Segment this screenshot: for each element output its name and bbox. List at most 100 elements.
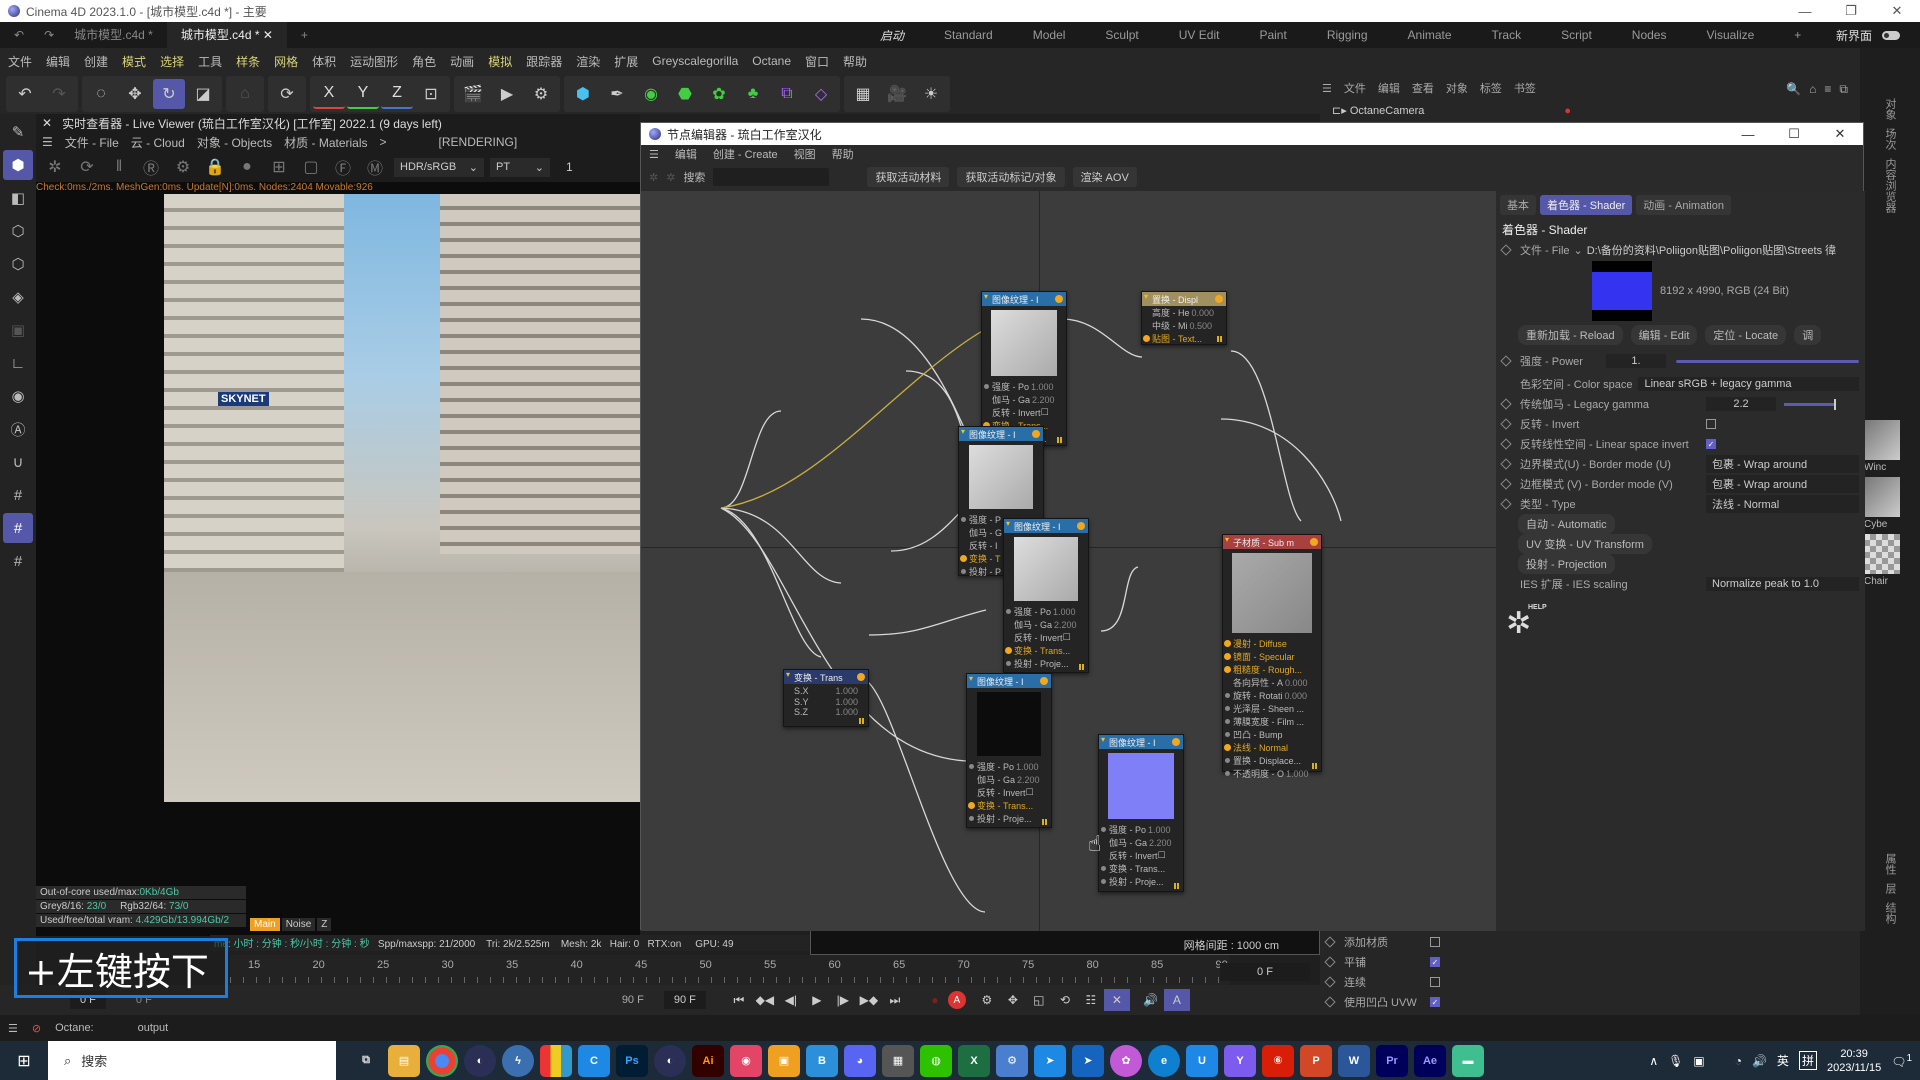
- search-icon[interactable]: 🔍: [1786, 82, 1801, 97]
- doc-tab-1[interactable]: 城市模型.c4d *: [60, 22, 167, 48]
- edit-button[interactable]: 编辑 - Edit: [1630, 325, 1698, 345]
- add-region-icon[interactable]: ⊞: [266, 154, 292, 180]
- bend-icon[interactable]: ♣: [737, 79, 769, 109]
- workplane-auto-icon[interactable]: #: [3, 546, 33, 576]
- get-active-tag-button[interactable]: 获取活动标记/对象: [957, 167, 1065, 187]
- notification-icon[interactable]: 🗨1: [1891, 1053, 1912, 1069]
- layout-tab-sculpt[interactable]: Sculpt: [1085, 28, 1158, 42]
- pass-tab-main[interactable]: Main: [250, 918, 280, 931]
- photoshop-icon[interactable]: Ps: [616, 1044, 648, 1077]
- material-thumb[interactable]: [1864, 420, 1900, 460]
- next-frame-icon[interactable]: |▶: [830, 989, 856, 1011]
- key-position-icon[interactable]: ✥: [1000, 989, 1026, 1011]
- end-frame-label[interactable]: 90 F: [622, 994, 644, 1006]
- side-tab-content-browser[interactable]: 内容浏览器: [1882, 158, 1898, 213]
- move-icon[interactable]: ✥: [119, 79, 151, 109]
- wechat-icon[interactable]: ◍: [920, 1044, 952, 1077]
- live-selection-icon[interactable]: ◌: [85, 79, 117, 109]
- tile-checkbox[interactable]: ✓: [1430, 957, 1440, 967]
- undo-button[interactable]: ↶: [9, 79, 41, 109]
- ne-menu-view[interactable]: 视图: [794, 146, 816, 162]
- app-icon[interactable]: B: [806, 1044, 838, 1077]
- snap-auto-icon[interactable]: Ⓐ: [3, 414, 33, 444]
- pen-icon[interactable]: ✒: [601, 79, 633, 109]
- om-menu-edit[interactable]: 编辑: [1378, 80, 1400, 96]
- invert-checkbox[interactable]: [1706, 419, 1716, 429]
- resize-grip-icon[interactable]: [1217, 336, 1223, 342]
- cloner-icon[interactable]: ✿: [703, 79, 735, 109]
- object-row-octanecamera[interactable]: ⊏▸ OctaneCamera ●: [1332, 104, 1571, 117]
- color-mode-select[interactable]: HDR/sRGB ⌄: [394, 157, 484, 177]
- coordinate-system-icon[interactable]: ⊡: [415, 79, 447, 109]
- side-tab-layers[interactable]: 层: [1882, 883, 1898, 894]
- chevron-down-icon[interactable]: ⌄: [1574, 244, 1583, 257]
- ne-menu-help[interactable]: 帮助: [832, 146, 854, 162]
- record-icon[interactable]: ●: [922, 989, 948, 1011]
- sphere-icon[interactable]: ●: [234, 154, 260, 180]
- layout-tab-model[interactable]: Model: [1013, 28, 1086, 42]
- redo-icon[interactable]: ↷: [38, 22, 60, 48]
- add-layout-button[interactable]: +: [1774, 28, 1821, 42]
- key-rotation-icon[interactable]: ⟲: [1052, 989, 1078, 1011]
- menu-tracker[interactable]: 跟踪器: [526, 53, 562, 70]
- sound-icon[interactable]: 🔊: [1138, 989, 1164, 1011]
- attr-tab-basic[interactable]: 基本: [1500, 195, 1536, 215]
- projection-button[interactable]: 投射 - Projection: [1518, 554, 1615, 574]
- resize-grip-icon[interactable]: [859, 718, 865, 724]
- app-icon[interactable]: [540, 1044, 572, 1077]
- om-menu-bookmarks[interactable]: 书签: [1514, 80, 1536, 96]
- octane-node-icon[interactable]: ✲: [649, 171, 658, 184]
- help-button[interactable]: ✲ HELP: [1496, 594, 1865, 641]
- app-icon[interactable]: ➤: [1034, 1044, 1066, 1077]
- camera-icon[interactable]: 🎥: [881, 79, 913, 109]
- object-mode-icon[interactable]: ◧: [3, 183, 33, 213]
- octane-logo-icon[interactable]: ✲: [42, 154, 68, 180]
- material-thumb[interactable]: [1864, 477, 1900, 517]
- app-icon[interactable]: ➤: [1072, 1044, 1104, 1077]
- app-icon[interactable]: ◉: [730, 1044, 762, 1077]
- filter-icon[interactable]: ≡: [1824, 82, 1831, 97]
- seamless-checkbox[interactable]: [1430, 977, 1440, 987]
- adjust-button[interactable]: 调: [1794, 325, 1822, 345]
- layout-tab-animate[interactable]: Animate: [1388, 28, 1472, 42]
- output-port[interactable]: [1172, 738, 1180, 746]
- image-texture-node[interactable]: 图像纹理 - I 强度 - Po1.000 伽马 - Ga2.200 反转 - …: [1098, 734, 1184, 892]
- ne-menu-edit[interactable]: 编辑: [675, 146, 697, 162]
- slider-handle[interactable]: [1834, 398, 1836, 410]
- home-icon[interactable]: ⌂: [1809, 82, 1816, 97]
- legacy-gamma-field[interactable]: 2.2: [1706, 397, 1776, 411]
- material-thumb[interactable]: [1864, 534, 1900, 574]
- task-view-icon[interactable]: ⧉: [350, 1045, 382, 1077]
- layout-tab-nodes[interactable]: Nodes: [1612, 28, 1687, 42]
- app-icon[interactable]: ϟ: [502, 1044, 534, 1077]
- lock-icon[interactable]: ⌂: [229, 79, 261, 109]
- menu-mograph[interactable]: 运动图形: [350, 53, 398, 70]
- menu-character[interactable]: 角色: [412, 53, 436, 70]
- snap-magnet-icon[interactable]: ∪: [3, 447, 33, 477]
- polygon-mode-icon[interactable]: ◈: [3, 282, 33, 312]
- pass-tab-noise[interactable]: Noise: [281, 918, 316, 931]
- power-field[interactable]: 1.: [1606, 354, 1666, 368]
- lv-menu-objects[interactable]: 对象 - Objects: [197, 134, 272, 151]
- menu-volume[interactable]: 体积: [312, 53, 336, 70]
- resize-grip-icon[interactable]: [1312, 763, 1318, 769]
- excel-icon[interactable]: X: [958, 1044, 990, 1077]
- discord-icon[interactable]: ◕: [844, 1044, 876, 1077]
- wifi-icon[interactable]: ◔: [1735, 1054, 1742, 1068]
- volume-icon[interactable]: 🔊: [1752, 1054, 1767, 1068]
- axis-icon[interactable]: ∟: [3, 348, 33, 378]
- cube-icon[interactable]: ⬢: [567, 79, 599, 109]
- render-view-icon[interactable]: 🎬: [457, 79, 489, 109]
- border-u-select[interactable]: 包裹 - Wrap around: [1706, 455, 1859, 473]
- autokey-icon[interactable]: A: [947, 991, 966, 1009]
- undo-icon[interactable]: ↶: [0, 22, 38, 48]
- workplane-lock-icon[interactable]: #: [3, 513, 33, 543]
- image-texture-node[interactable]: 图像纹理 - I 强度 - Po1.000 伽马 - Ga2.200 反转 - …: [981, 291, 1067, 446]
- layer-field[interactable]: 1: [566, 160, 573, 174]
- pass-tab-z[interactable]: Z: [317, 918, 332, 931]
- render-picture-viewer-icon[interactable]: ▶: [491, 79, 523, 109]
- end-frame-field[interactable]: 90 F: [663, 991, 706, 1009]
- output-port[interactable]: [1032, 430, 1040, 438]
- clock[interactable]: 20:39 2023/11/15: [1827, 1047, 1881, 1075]
- colorspace-select[interactable]: Linear sRGB + legacy gamma: [1638, 377, 1859, 391]
